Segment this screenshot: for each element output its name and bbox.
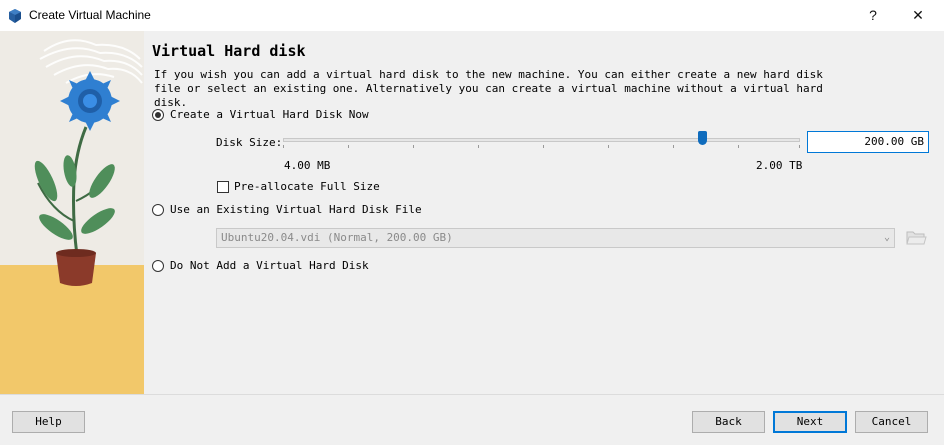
preallocate-checkbox[interactable] bbox=[217, 181, 229, 193]
existing-disk-value: Ubuntu20.04.vdi (Normal, 200.00 GB) bbox=[221, 231, 453, 244]
create-disk-radio[interactable] bbox=[152, 109, 164, 121]
use-existing-radio[interactable] bbox=[152, 204, 164, 216]
window-title: Create Virtual Machine bbox=[29, 8, 151, 22]
title-bar: Create Virtual Machine ? ✕ bbox=[0, 0, 944, 31]
slider-min-label: 4.00 MB bbox=[284, 159, 331, 172]
existing-disk-select[interactable]: Ubuntu20.04.vdi (Normal, 200.00 GB) ⌄ bbox=[216, 228, 895, 248]
disk-size-label: Disk Size: bbox=[216, 136, 283, 149]
chevron-down-icon: ⌄ bbox=[883, 232, 890, 243]
no-disk-radio[interactable] bbox=[152, 260, 164, 272]
wizard-illustration bbox=[0, 31, 144, 394]
wizard-page: Virtual Hard disk If you wish you can ad… bbox=[144, 31, 944, 394]
disk-size-slider-track[interactable] bbox=[283, 138, 800, 142]
use-existing-label[interactable]: Use an Existing Virtual Hard Disk File bbox=[170, 203, 422, 216]
help-button[interactable]: Help bbox=[12, 411, 85, 433]
page-description: If you wish you can add a virtual hard d… bbox=[154, 68, 823, 109]
close-icon[interactable]: ✕ bbox=[895, 0, 941, 31]
disk-size-input[interactable]: 200.00 GB bbox=[807, 131, 929, 153]
slider-max-label: 2.00 TB bbox=[756, 159, 803, 172]
back-button[interactable]: Back bbox=[692, 411, 765, 433]
create-disk-label[interactable]: Create a Virtual Hard Disk Now bbox=[170, 108, 369, 121]
slider-ticks bbox=[283, 145, 800, 149]
no-disk-label[interactable]: Do Not Add a Virtual Hard Disk bbox=[170, 259, 369, 272]
cancel-button[interactable]: Cancel bbox=[855, 411, 928, 433]
folder-open-icon[interactable] bbox=[904, 226, 928, 248]
page-title: Virtual Hard disk bbox=[152, 42, 306, 60]
preallocate-label[interactable]: Pre-allocate Full Size bbox=[234, 180, 380, 193]
button-bar: Help Back Next Cancel bbox=[0, 394, 944, 445]
next-button[interactable]: Next bbox=[773, 411, 847, 433]
virtualbox-icon bbox=[9, 9, 21, 23]
disk-size-slider-handle[interactable] bbox=[698, 131, 707, 145]
help-icon[interactable]: ? bbox=[850, 0, 896, 31]
